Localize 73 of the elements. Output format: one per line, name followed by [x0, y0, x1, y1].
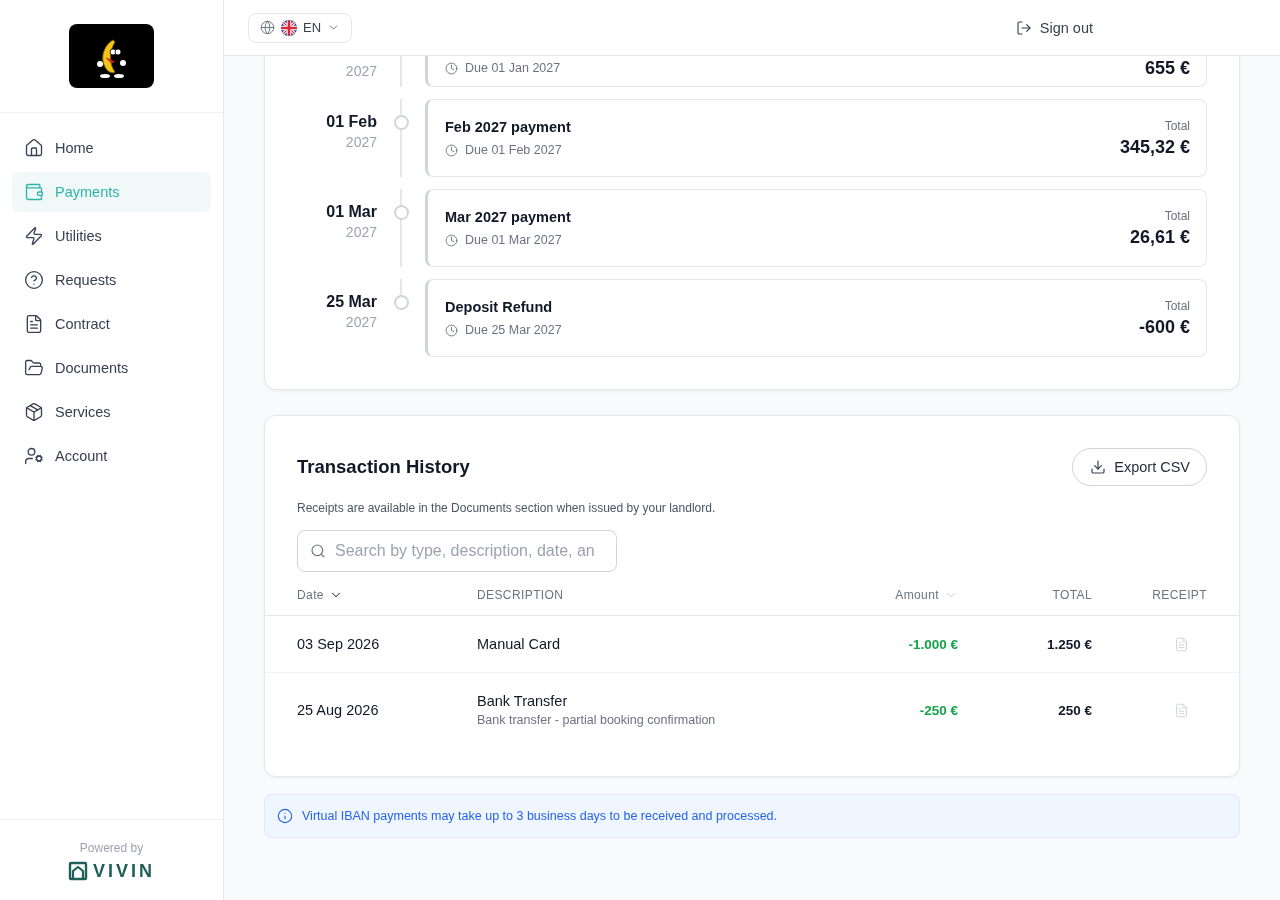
due-date: Due 01 Feb 2027: [465, 142, 562, 159]
total-amount: 655 €: [1144, 57, 1190, 80]
total-cell: 250 €: [1058, 702, 1092, 718]
clock-icon: [445, 143, 458, 157]
sign-out-button[interactable]: Sign out: [1015, 15, 1093, 40]
total-cell: 1.250 €: [1046, 636, 1092, 652]
download-icon: [1090, 459, 1107, 475]
nav-item[interactable]: Requests: [12, 260, 211, 300]
nav-item[interactable]: Home: [12, 128, 211, 168]
lightning-icon: [24, 226, 44, 246]
search-icon: [310, 543, 326, 559]
nav-item[interactable]: Contract: [12, 304, 211, 344]
export-csv-button[interactable]: Export CSV: [1072, 448, 1207, 486]
total-amount: 26,61 €: [1129, 225, 1190, 249]
schedule-day: 25 Mar: [326, 292, 377, 312]
description-detail: Bank transfer - partial booking confirmation: [477, 712, 716, 729]
payment-title: Deposit Refund: [445, 298, 553, 317]
total-label: Total: [1164, 297, 1190, 314]
sort-column-header[interactable]: Date: [297, 587, 343, 602]
flag-icon: [281, 19, 297, 36]
amount-cell: -1.000 €: [908, 636, 958, 652]
schedule-year: 2027: [345, 62, 377, 81]
search-field[interactable]: Search by type, description, date, an: [297, 530, 617, 572]
language-select[interactable]: EN: [248, 12, 353, 43]
house-logo-icon: [68, 861, 88, 881]
exit-icon: [1015, 19, 1032, 36]
total-label: Total: [1164, 207, 1190, 224]
column-header: DESCRIPTION: [477, 587, 564, 602]
due-date: Due 01 Jan 2027: [465, 60, 561, 77]
clock-icon: [445, 233, 458, 247]
globe-icon: [260, 20, 275, 35]
question-circle-icon: [24, 270, 44, 290]
section-title: Transaction History: [297, 456, 470, 478]
total-label: Total: [1164, 117, 1190, 134]
powered-by-text: Powered by: [79, 840, 144, 856]
nav-item[interactable]: Documents: [12, 348, 211, 388]
box-icon: [24, 402, 44, 422]
nav-item[interactable]: Utilities: [12, 216, 211, 256]
brand-name: VIVIN: [93, 861, 155, 881]
description-text: Bank Transfer: [477, 692, 568, 711]
clock-icon: [445, 323, 458, 337]
schedule-day: 01 Feb: [326, 112, 377, 132]
clock-icon: [445, 61, 458, 75]
receipts-note: Receipts are available in the Documents section when issued by your landlord.: [297, 500, 716, 516]
user-gear-icon: [24, 446, 44, 466]
schedule-day: 01 Mar: [326, 202, 377, 222]
timeline-dot: [393, 115, 409, 130]
info-icon: [277, 808, 293, 824]
column-header: TOTAL: [1052, 587, 1092, 602]
date-cell-text: 03 Sep 2026: [297, 635, 380, 654]
document-icon: [24, 314, 44, 334]
nav-item[interactable]: Services: [12, 392, 211, 432]
date-cell-text: 25 Aug 2026: [297, 701, 379, 720]
description-text: Manual Card: [477, 635, 560, 654]
schedule-year: 2027: [345, 223, 377, 242]
sort-column-header[interactable]: Amount: [895, 587, 958, 602]
nav-item[interactable]: Account: [12, 436, 211, 476]
folder-icon: [24, 358, 44, 378]
schedule-year: 2027: [345, 313, 377, 332]
timeline-dot: [393, 205, 409, 220]
house-icon: [24, 138, 44, 158]
due-date: Due 25 Mar 2027: [465, 322, 562, 339]
schedule-year: 2027: [345, 133, 377, 152]
due-date: Due 01 Mar 2027: [465, 232, 562, 249]
wallet-icon: [24, 182, 44, 202]
payment-title: Feb 2027 payment: [445, 118, 571, 137]
amount-cell: -250 €: [919, 702, 958, 718]
info-text: Virtual IBAN payments may take up to 3 business days to be received and processed.: [302, 809, 778, 823]
timeline-dot: [393, 295, 409, 310]
payment-title: Mar 2027 payment: [445, 208, 571, 227]
column-header: RECEIPT: [1152, 587, 1207, 602]
total-amount: 345,32 €: [1119, 135, 1190, 159]
total-amount: -600 €: [1138, 315, 1190, 339]
